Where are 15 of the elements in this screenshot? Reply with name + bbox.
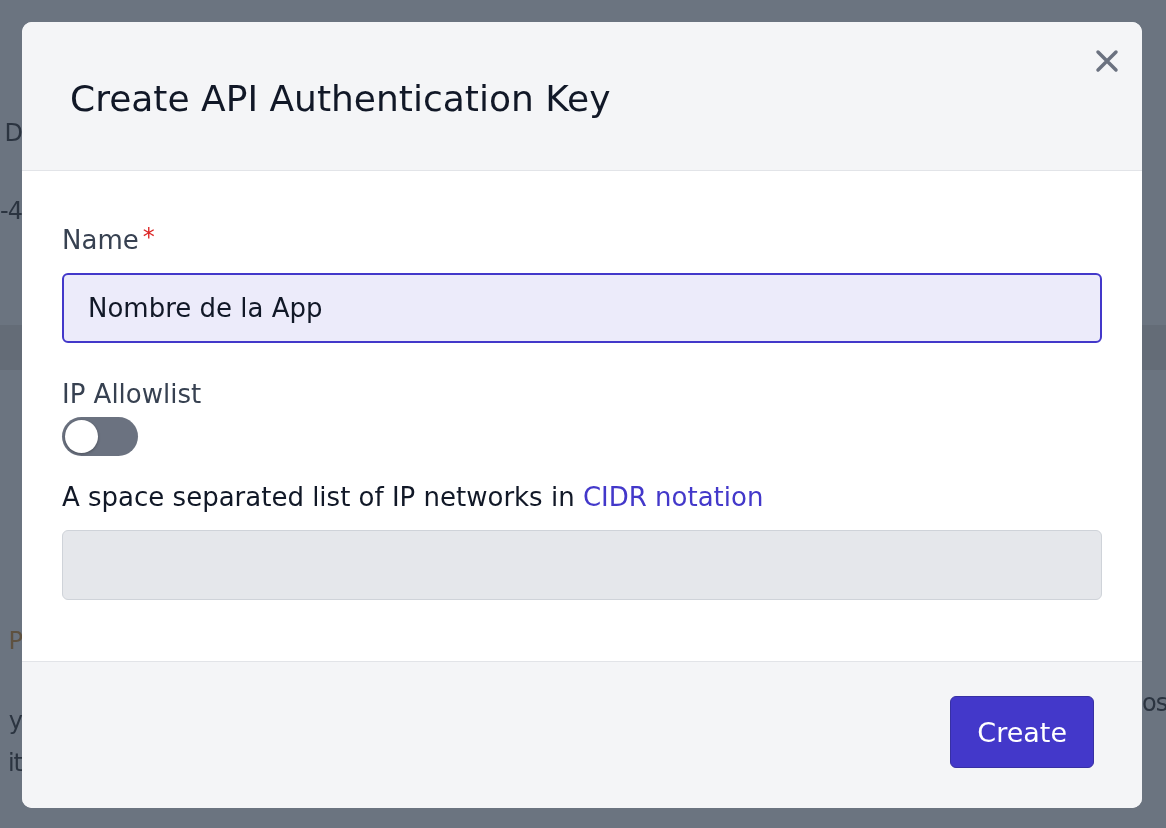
field-label: IP Allowlist bbox=[62, 379, 202, 409]
allowlist-toggle[interactable] bbox=[62, 417, 138, 456]
field-label: Name bbox=[62, 225, 139, 255]
background-text: os bbox=[1142, 688, 1166, 718]
background-text: D bbox=[4, 118, 22, 148]
background-text: -4 bbox=[0, 196, 22, 226]
required-mark: * bbox=[142, 225, 155, 249]
background-text: y bbox=[8, 706, 22, 736]
create-button[interactable]: Create bbox=[950, 696, 1094, 768]
background-text: it bbox=[7, 748, 22, 778]
field-description: A space separated list of IP networks in CIDR notation bbox=[62, 482, 765, 512]
background-text: P bbox=[8, 626, 22, 656]
name-input[interactable]: Nombre de la App bbox=[62, 273, 1102, 343]
dialog-title: Create API Authentication Key bbox=[70, 78, 611, 119]
close-icon bbox=[1094, 48, 1120, 74]
